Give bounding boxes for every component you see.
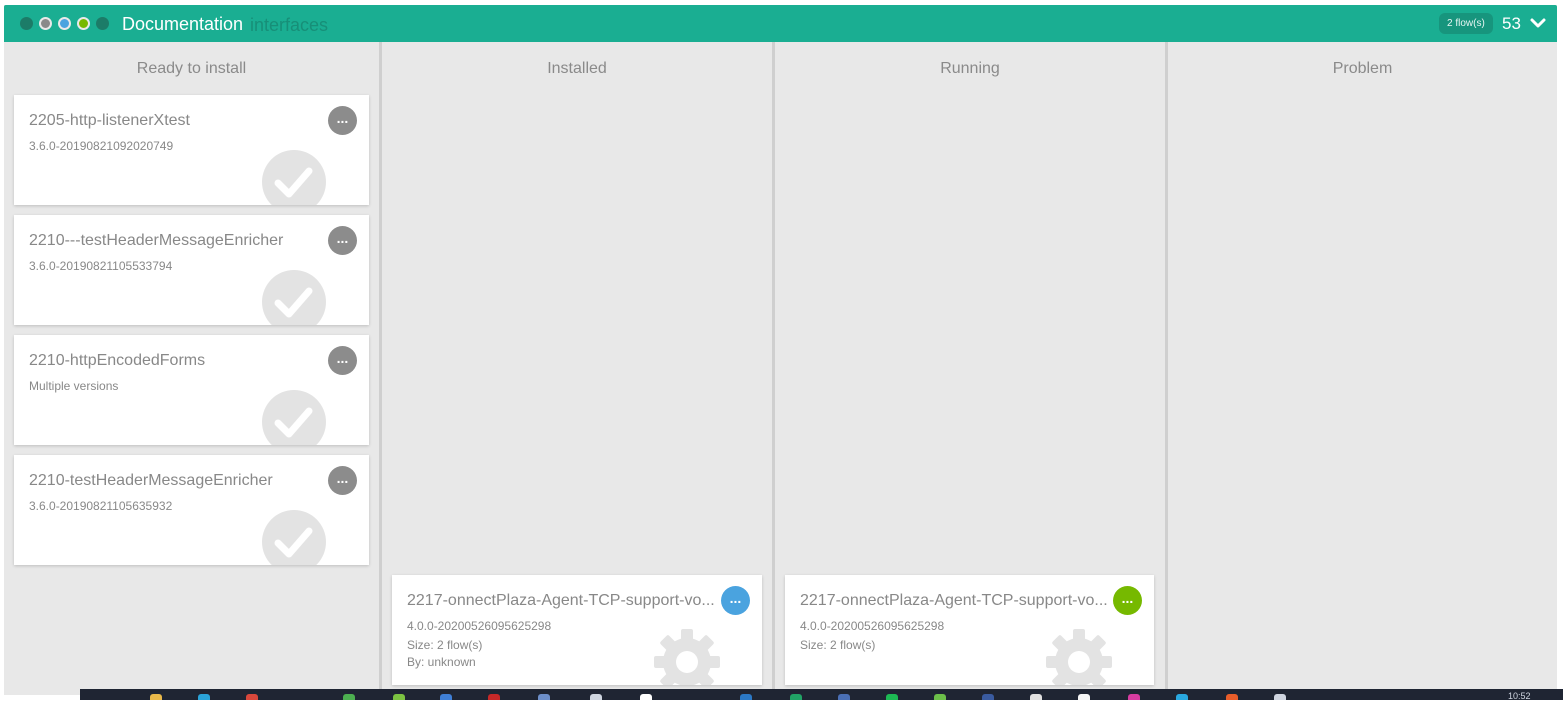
flows-badge: 2 flow(s) <box>1439 13 1493 34</box>
item-count: 53 <box>1502 14 1521 33</box>
column-title: Problem <box>1332 60 1393 77</box>
column-running: Running 2217-onnectPlaza-Agent-TCP-suppo… <box>775 42 1165 695</box>
column-title: Installed <box>547 60 607 77</box>
taskbar-app-icon[interactable] <box>440 694 452 700</box>
card-size: Size: 2 flow(s) <box>800 638 876 652</box>
card-menu-button[interactable]: ... <box>328 226 357 255</box>
taskbar-app-icon[interactable] <box>1176 694 1188 700</box>
taskbar-app-icon[interactable] <box>1128 694 1140 700</box>
card-version: 3.6.0-20190821105635932 <box>29 499 173 513</box>
status-filter-dots <box>20 17 109 30</box>
check-icon <box>262 510 326 565</box>
taskbar-app-icon[interactable] <box>1274 694 1286 700</box>
card-name: 2217-onnectPlaza-Agent-TCP-support-vo... <box>800 592 1108 609</box>
check-icon <box>262 270 326 325</box>
group-subtitle: interfaces <box>250 15 329 35</box>
column-title: Ready to install <box>136 60 247 77</box>
card-author: By: unknown <box>407 655 476 669</box>
taskbar-app-icon[interactable] <box>790 694 802 700</box>
filter-dot-running[interactable] <box>77 17 90 30</box>
taskbar-app-icon[interactable] <box>640 694 652 700</box>
taskbar-app-icon[interactable] <box>246 694 258 700</box>
card-menu-button[interactable]: ... <box>328 106 357 135</box>
card-version: 4.0.0-20200526095625298 <box>407 619 552 633</box>
taskbar-app-icon[interactable] <box>982 694 994 700</box>
card-version: 4.0.0-20200526095625298 <box>800 619 945 633</box>
column-ready-to-install: Ready to install 2205-http-listenerXtest… <box>4 42 379 695</box>
interface-card[interactable]: 2217-onnectPlaza-Agent-TCP-support-vo...… <box>392 575 762 685</box>
gear-icon <box>654 629 720 685</box>
filter-dot-problem[interactable] <box>96 17 109 30</box>
card-name: 2210-testHeaderMessageEnricher <box>29 472 273 489</box>
interface-card[interactable]: 2210-testHeaderMessageEnricher 3.6.0-201… <box>14 455 369 565</box>
check-icon <box>262 150 326 205</box>
card-menu-button[interactable]: ... <box>721 586 750 615</box>
taskbar-app-icon[interactable] <box>1078 694 1090 700</box>
card-name: 2210---testHeaderMessageEnricher <box>29 232 284 249</box>
group-header[interactable]: Documentation interfaces 2 flow(s) 53 <box>4 5 1557 42</box>
check-icon <box>262 390 326 445</box>
taskbar-app-icon[interactable] <box>934 694 946 700</box>
card-menu-button[interactable]: ... <box>328 466 357 495</box>
interface-card[interactable]: 2205-http-listenerXtest 3.6.0-2019082109… <box>14 95 369 205</box>
card-version: 3.6.0-20190821105533794 <box>29 259 173 273</box>
filter-dot-ready[interactable] <box>39 17 52 30</box>
card-menu-button[interactable]: ... <box>328 346 357 375</box>
group-title: Documentation <box>122 14 244 34</box>
taskbar-app-icon[interactable] <box>538 694 550 700</box>
card-size: Size: 2 flow(s) <box>407 638 483 652</box>
taskbar-app-icon[interactable] <box>198 694 210 700</box>
card-version: 3.6.0-20190821092020749 <box>29 139 174 153</box>
taskbar-app-icon[interactable] <box>886 694 898 700</box>
taskbar-app-icon[interactable] <box>393 694 405 700</box>
taskbar-app-icon[interactable] <box>150 694 162 700</box>
column-title: Running <box>940 60 1000 77</box>
filter-dot-all[interactable] <box>20 17 33 30</box>
column-problem: Problem <box>1168 42 1557 695</box>
taskbar-app-icon[interactable] <box>590 694 602 700</box>
interface-card[interactable]: 2217-onnectPlaza-Agent-TCP-support-vo...… <box>785 575 1154 685</box>
taskbar-app-icon[interactable] <box>488 694 500 700</box>
taskbar-app-icon[interactable] <box>740 694 752 700</box>
card-name: 2210-httpEncodedForms <box>29 352 206 369</box>
interface-card[interactable]: 2210---testHeaderMessageEnricher 3.6.0-2… <box>14 215 369 325</box>
filter-dot-installed[interactable] <box>58 17 71 30</box>
chevron-down-icon[interactable] <box>1529 14 1547 32</box>
card-name: 2217-onnectPlaza-Agent-TCP-support-vo... <box>407 592 715 609</box>
column-installed: Installed 2217-onnectPlaza-Agent-TCP-sup… <box>382 42 772 695</box>
interface-card[interactable]: 2210-httpEncodedForms Multiple versions … <box>14 335 369 445</box>
taskbar-app-icon[interactable] <box>1226 694 1238 700</box>
card-menu-button[interactable]: ... <box>1113 586 1142 615</box>
taskbar-app-icon[interactable] <box>1030 694 1042 700</box>
os-taskbar <box>80 689 1563 700</box>
card-version: Multiple versions <box>29 379 119 393</box>
app-window: Documentation interfaces 2 flow(s) 53 Re… <box>4 5 1557 695</box>
card-name: 2205-http-listenerXtest <box>29 112 190 129</box>
taskbar-app-icon[interactable] <box>343 694 355 700</box>
taskbar-app-icon[interactable] <box>838 694 850 700</box>
gear-icon <box>1046 629 1112 685</box>
